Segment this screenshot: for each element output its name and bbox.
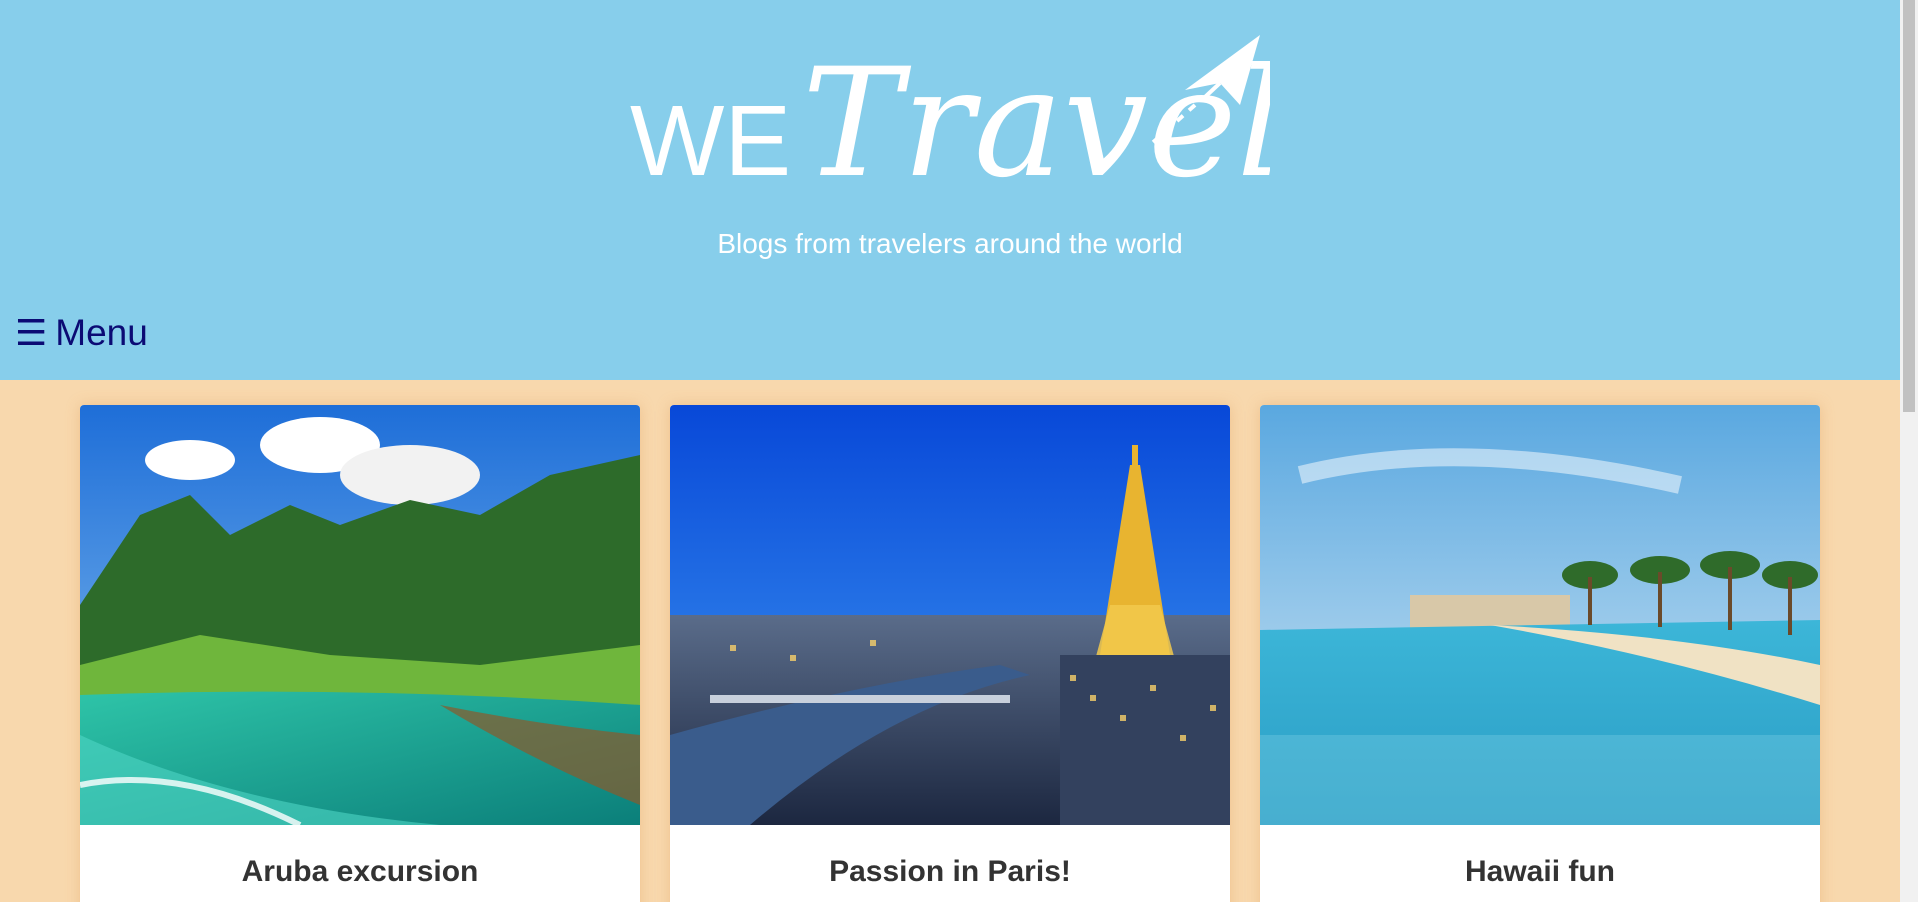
beach-resort-photo <box>1260 405 1820 825</box>
card-title[interactable]: Hawaii fun <box>1260 855 1820 889</box>
blog-card-hawaii[interactable]: Hawaii fun <box>1260 405 1820 902</box>
menu-button[interactable]: ☰ Menu <box>15 312 148 354</box>
menu-label: Menu <box>55 312 148 353</box>
scrollbar-thumb[interactable] <box>1903 0 1915 412</box>
site-header: WE Travel Blogs from travelers around th… <box>0 0 1900 380</box>
tagline: Blogs from travelers around the world <box>717 228 1183 259</box>
hamburger-icon: ☰ <box>15 312 48 353</box>
svg-text:Travel: Travel <box>802 37 1270 211</box>
page-scrollbar[interactable] <box>1900 0 1918 902</box>
blog-card-aruba[interactable]: Aruba excursion <box>80 405 640 902</box>
eiffel-tower-night-photo <box>670 405 1230 825</box>
blog-card-paris[interactable]: Passion in Paris! <box>670 405 1230 902</box>
tropical-mountain-coast-photo <box>80 405 640 825</box>
card-title[interactable]: Passion in Paris! <box>670 855 1230 889</box>
svg-text:WE: WE <box>630 85 791 197</box>
card-title[interactable]: Aruba excursion <box>80 855 640 889</box>
wetravel-logo[interactable]: WE Travel <box>630 25 1270 220</box>
